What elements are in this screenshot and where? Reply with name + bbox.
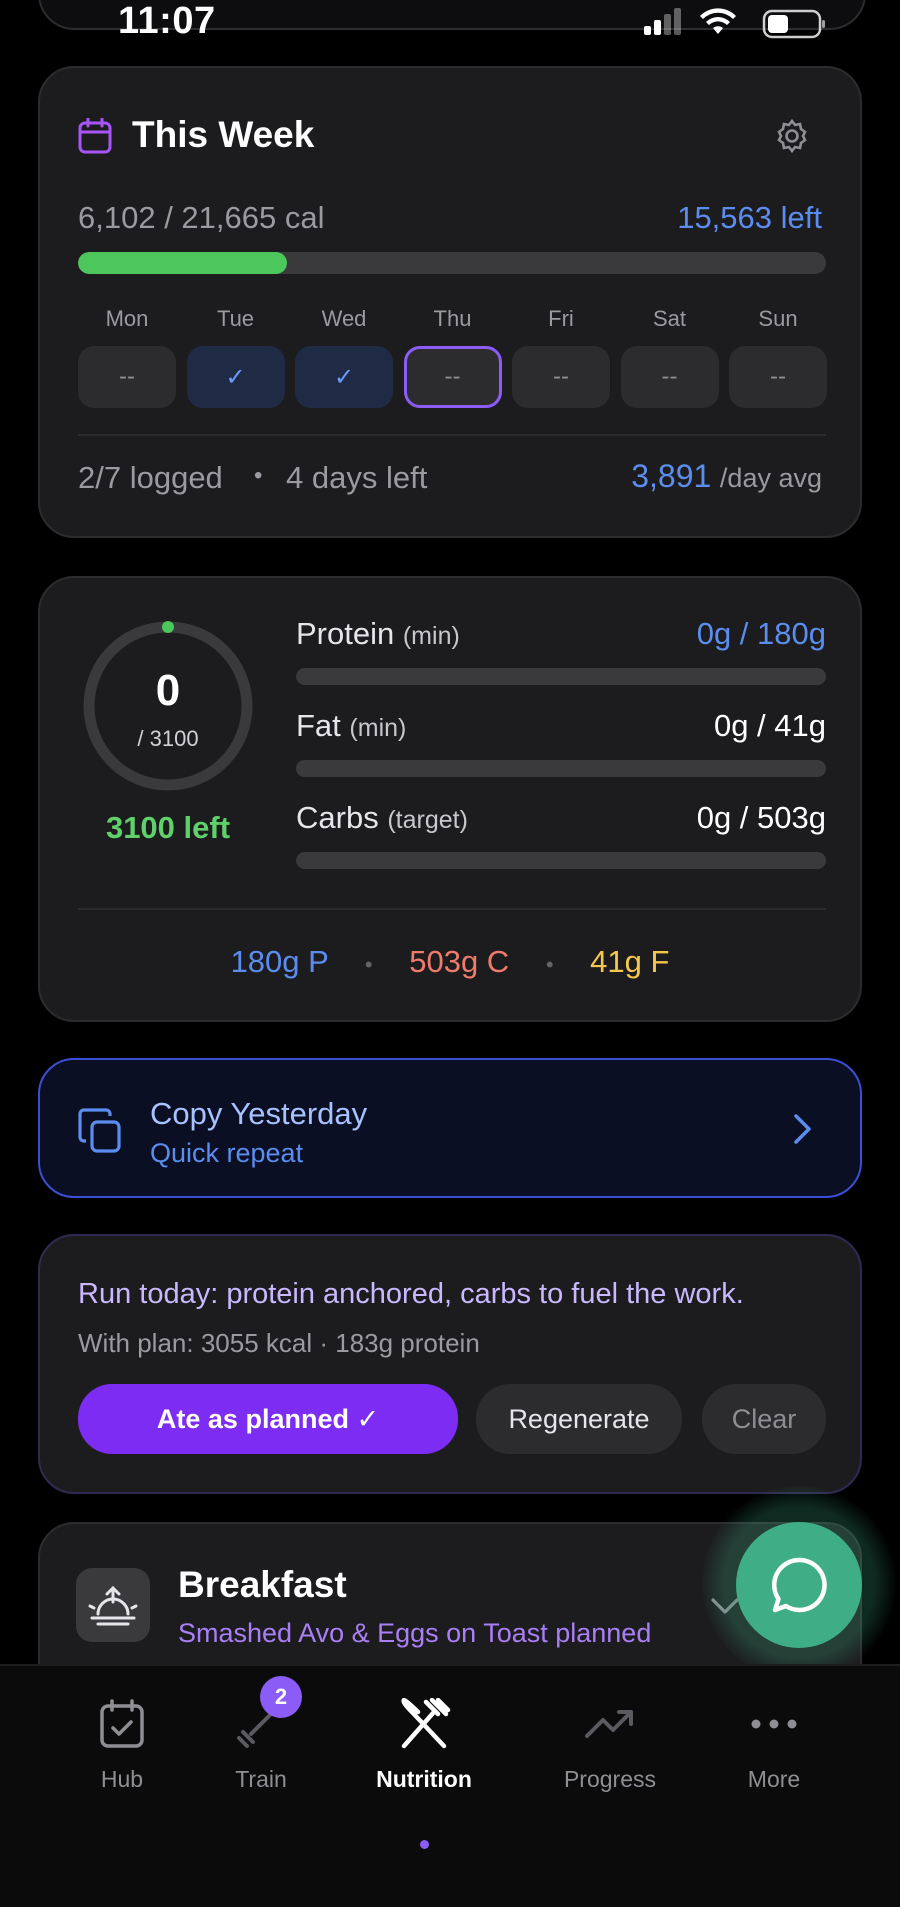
macro-value: 0g / 503g — [696, 800, 826, 835]
daily-average-value: 3,891 — [631, 458, 712, 494]
active-tab-indicator — [420, 1840, 429, 1849]
macro-qualifier: (min) — [349, 714, 407, 742]
day-label-tue: Tue — [216, 306, 255, 331]
days-left: 4 days left — [286, 460, 428, 495]
tab-hub[interactable]: Hub — [47, 1698, 197, 1793]
battery-icon — [762, 9, 825, 39]
tab-label: Hub — [100, 1766, 144, 1792]
macro-qualifier: (target) — [387, 806, 468, 834]
week-calories-left: 15,563 left — [677, 200, 822, 235]
macro-track — [296, 852, 826, 869]
day-label-sun: Sun — [758, 306, 798, 331]
tab-label: Train — [235, 1766, 287, 1792]
ring-value: 0 — [155, 666, 181, 715]
notification-badge: 2 — [260, 1676, 302, 1718]
tab-label: More — [747, 1766, 801, 1792]
day-cell-tue[interactable]: ✓ — [186, 346, 285, 408]
daily-average: 3,891 /day avg — [631, 458, 822, 495]
macro-list: Protein (min) 0g / 180g Fat (min) 0g / 4… — [296, 616, 826, 876]
regenerate-button[interactable]: Regenerate — [476, 1384, 682, 1454]
signal-icon — [644, 8, 681, 35]
meal-title: Breakfast — [178, 1564, 347, 1605]
clipboard-check-icon — [47, 1698, 197, 1756]
plan-detail: With plan: 3055 kcal · 183g protein — [78, 1328, 480, 1358]
status-icons — [640, 4, 870, 40]
clear-button[interactable]: Clear — [702, 1384, 826, 1454]
day-label-sat: Sat — [652, 306, 687, 331]
copy-title: Copy Yesterday — [150, 1096, 368, 1131]
macro-value: 0g / 41g — [713, 708, 826, 743]
fork-knife-icon — [349, 1697, 499, 1756]
target-protein: 180g P — [230, 944, 329, 979]
separator-dot: • — [364, 952, 373, 977]
day-label-mon: Mon — [105, 306, 149, 331]
ellipsis-icon — [699, 1698, 849, 1756]
day-label-wed: Wed — [321, 306, 367, 331]
daily-average-unit: /day avg — [719, 463, 822, 493]
target-carbs: 503g C — [409, 944, 510, 979]
chat-bubble-icon — [772, 1557, 827, 1613]
today-macros-card: 0 / 3100 3100 left Protein (min) 0g / 18… — [38, 576, 862, 1022]
status-time: 11:07 — [118, 0, 216, 42]
copy-icon — [78, 1108, 122, 1159]
trending-up-icon — [535, 1698, 685, 1756]
chat-fab-button[interactable] — [736, 1522, 862, 1648]
copy-subtitle: Quick repeat — [150, 1138, 304, 1168]
tab-more[interactable]: More — [699, 1698, 849, 1793]
copy-yesterday-button[interactable]: Copy Yesterday Quick repeat — [38, 1058, 862, 1198]
ate-as-planned-button[interactable]: Ate as planned ✓ — [78, 1384, 458, 1454]
day-label-thu: Thu — [433, 306, 472, 331]
tab-nutrition[interactable]: Nutrition — [349, 1697, 499, 1849]
calories-left: 3100 left — [105, 810, 231, 845]
divider — [78, 434, 826, 436]
week-progress-fill — [78, 252, 288, 274]
meal-subtitle: Smashed Avo & Eggs on Toast planned — [178, 1618, 652, 1648]
plan-headline: Run today: protein anchored, carbs to fu… — [78, 1278, 744, 1310]
day-cell-sun[interactable]: -- — [729, 346, 827, 408]
separator-dot: • — [254, 462, 263, 489]
macro-name: Fat — [296, 708, 341, 743]
week-summary-card: This Week 6,102 / 21,665 cal 15,563 left… — [38, 66, 862, 538]
day-cell-fri[interactable]: -- — [512, 346, 610, 408]
meal-icon-box — [76, 1568, 150, 1642]
macro-name: Protein — [296, 616, 395, 651]
day-cell-wed[interactable]: ✓ — [295, 346, 393, 408]
week-calories: 6,102 / 21,665 cal — [78, 200, 325, 235]
day-cell-thu[interactable]: -- — [403, 346, 502, 408]
target-fat: 41g F — [590, 944, 670, 979]
macro-value: 0g / 180g — [696, 616, 826, 651]
ring-total: / 3100 — [137, 726, 199, 751]
wifi-icon — [700, 8, 736, 34]
day-cell-mon[interactable]: -- — [78, 346, 176, 408]
macro-qualifier: (min) — [402, 622, 460, 650]
logged-count: 2/7 logged — [78, 460, 223, 495]
settings-gear-icon[interactable] — [774, 118, 810, 159]
tab-train[interactable]: Train 2 — [186, 1676, 336, 1793]
sunrise-icon — [88, 1585, 138, 1626]
day-cell-sat[interactable]: -- — [620, 346, 719, 408]
week-progress-bar — [78, 252, 826, 274]
macro-name: Carbs — [296, 800, 379, 835]
macro-track — [296, 668, 826, 685]
week-title: This Week — [132, 114, 315, 155]
dumbbell-icon — [186, 1698, 336, 1756]
chevron-right-icon — [792, 1112, 814, 1151]
tab-label: Nutrition — [376, 1766, 472, 1792]
macro-track — [296, 760, 826, 777]
tab-label: Progress — [563, 1766, 657, 1792]
meal-plan-card: Run today: protein anchored, carbs to fu… — [38, 1234, 862, 1494]
tab-bar: Hub Train 2 Nutrition Progress More — [0, 1664, 900, 1907]
divider — [78, 908, 826, 910]
tab-progress[interactable]: Progress — [535, 1698, 685, 1793]
macro-targets: 180g P • 503g C • 41g F — [40, 944, 860, 980]
calendar-icon — [78, 117, 112, 159]
separator-dot: • — [545, 952, 554, 977]
day-label-fri: Fri — [548, 306, 574, 331]
